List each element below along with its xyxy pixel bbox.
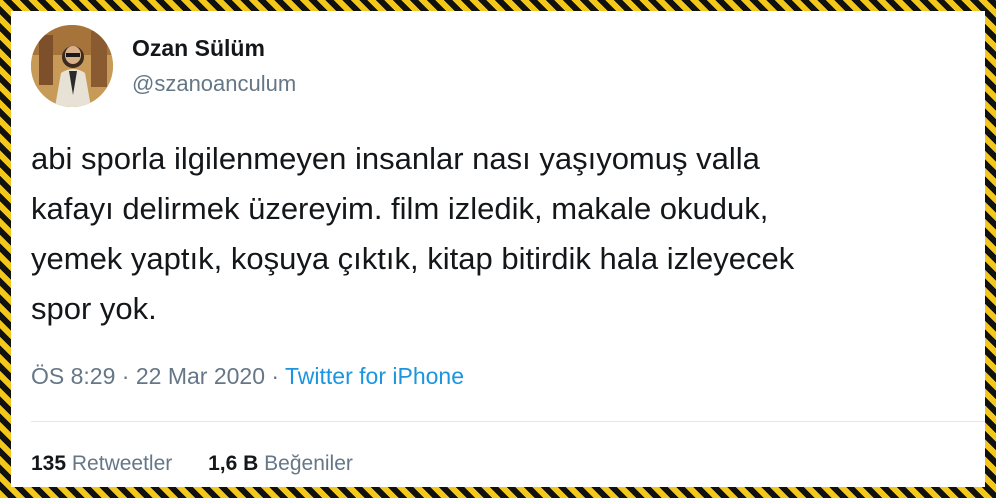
retweets-stat[interactable]: 135 Retweetler bbox=[31, 452, 178, 475]
tweet-time[interactable]: ÖS 8:29 bbox=[31, 363, 115, 389]
avatar[interactable] bbox=[31, 25, 113, 107]
user-handle[interactable]: @szanoanculum bbox=[132, 71, 296, 97]
likes-label: Beğeniler bbox=[264, 452, 353, 475]
tweet-meta: ÖS 8:29 · 22 Mar 2020 · Twitter for iPho… bbox=[31, 363, 464, 390]
tweet-source-link[interactable]: Twitter for iPhone bbox=[285, 363, 464, 389]
tweet-line: kafayı delirmek üzereyim. film izledik, … bbox=[31, 191, 769, 226]
tweet-date[interactable]: 22 Mar 2020 bbox=[136, 363, 265, 389]
tweet-line: spor yok. bbox=[31, 291, 157, 326]
likes-count: 1,6 B bbox=[208, 452, 259, 475]
tweet-line: abi sporla ilgilenmeyen insanlar nası ya… bbox=[31, 141, 760, 176]
avatar-image bbox=[31, 25, 113, 107]
retweets-count: 135 bbox=[31, 452, 67, 475]
striped-border-frame: Ozan Sülüm @szanoanculum abi sporla ilgi… bbox=[0, 0, 996, 498]
tweet-line: yemek yaptık, koşuya çıktık, kitap bitir… bbox=[31, 241, 795, 276]
tweet-card: Ozan Sülüm @szanoanculum abi sporla ilgi… bbox=[11, 11, 985, 487]
meta-separator: · bbox=[271, 363, 280, 389]
retweets-label: Retweetler bbox=[71, 452, 173, 475]
tweet-text: abi sporla ilgilenmeyen insanlar nası ya… bbox=[31, 134, 981, 334]
tweet-stats: 135 Retweetler 1,6 B Beğeniler bbox=[31, 452, 383, 476]
meta-separator: · bbox=[121, 363, 130, 389]
user-name[interactable]: Ozan Sülüm bbox=[132, 35, 265, 62]
divider bbox=[31, 421, 985, 422]
likes-stat[interactable]: 1,6 B Beğeniler bbox=[208, 452, 353, 475]
